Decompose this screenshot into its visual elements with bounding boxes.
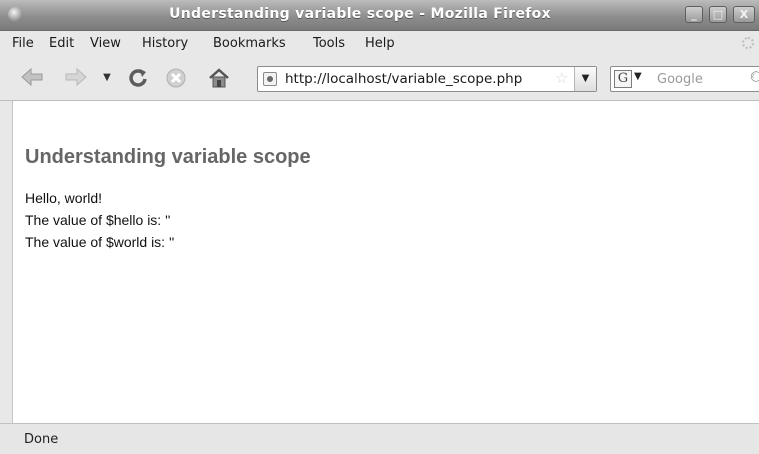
title-bar[interactable]: Understanding variable scope - Mozilla F… — [0, 0, 759, 31]
address-bar[interactable]: http://localhost/variable_scope.php ☆ ▼ — [257, 66, 597, 92]
window-title: Understanding variable scope - Mozilla F… — [169, 6, 551, 22]
stop-icon — [166, 68, 186, 88]
home-icon — [209, 68, 229, 88]
stop-button[interactable] — [164, 68, 188, 88]
reload-button[interactable] — [126, 68, 150, 88]
menu-bookmarks[interactable]: Bookmarks — [213, 36, 286, 51]
menu-view[interactable]: View — [90, 36, 121, 51]
site-favicon-icon — [263, 72, 277, 86]
address-dropdown-button[interactable]: ▼ — [574, 67, 596, 91]
close-button[interactable]: X — [733, 6, 755, 23]
chevron-down-icon: ▼ — [581, 73, 590, 84]
chevron-down-icon[interactable]: ▼ — [634, 71, 642, 82]
menu-history[interactable]: History — [142, 36, 188, 51]
menu-file[interactable]: File — [12, 36, 34, 51]
back-arrow-icon — [21, 67, 43, 87]
output-line-world: The value of $world is: '' — [25, 234, 175, 250]
firefox-icon — [8, 7, 23, 22]
home-button[interactable] — [206, 68, 232, 88]
reload-icon — [129, 69, 147, 87]
history-dropdown-button[interactable]: ▼ — [100, 68, 114, 88]
menu-bar: File Edit View History Bookmarks Tools H… — [0, 31, 759, 57]
maximize-button[interactable]: □ — [709, 6, 727, 23]
page-title: Understanding variable scope — [25, 146, 311, 168]
activity-throbber-icon — [742, 37, 754, 49]
page-content: Understanding variable scope Hello, worl… — [12, 101, 759, 423]
bookmark-star-icon[interactable]: ☆ — [555, 69, 568, 87]
menu-help[interactable]: Help — [365, 36, 395, 51]
output-line-hello: The value of $hello is: '' — [25, 212, 171, 228]
browser-window: Understanding variable scope - Mozilla F… — [0, 0, 759, 454]
forward-arrow-icon — [65, 67, 87, 87]
output-line-greeting: Hello, world! — [25, 190, 103, 206]
forward-button[interactable] — [64, 67, 88, 88]
search-engine-icon[interactable]: G — [614, 70, 632, 88]
minimize-button[interactable]: _ — [685, 6, 703, 23]
menu-edit[interactable]: Edit — [49, 36, 74, 51]
menu-tools[interactable]: Tools — [313, 36, 345, 51]
search-bar[interactable]: G ▼ Google 🔍︎ — [610, 66, 759, 92]
chevron-down-icon: ▼ — [103, 72, 111, 83]
back-button[interactable] — [20, 67, 44, 88]
address-input[interactable]: http://localhost/variable_scope.php — [285, 71, 522, 87]
status-bar: Done — [0, 423, 759, 454]
magnifier-icon[interactable]: 🔍︎ — [749, 70, 759, 88]
search-input[interactable]: Google — [657, 72, 703, 87]
status-text: Done — [24, 432, 59, 447]
